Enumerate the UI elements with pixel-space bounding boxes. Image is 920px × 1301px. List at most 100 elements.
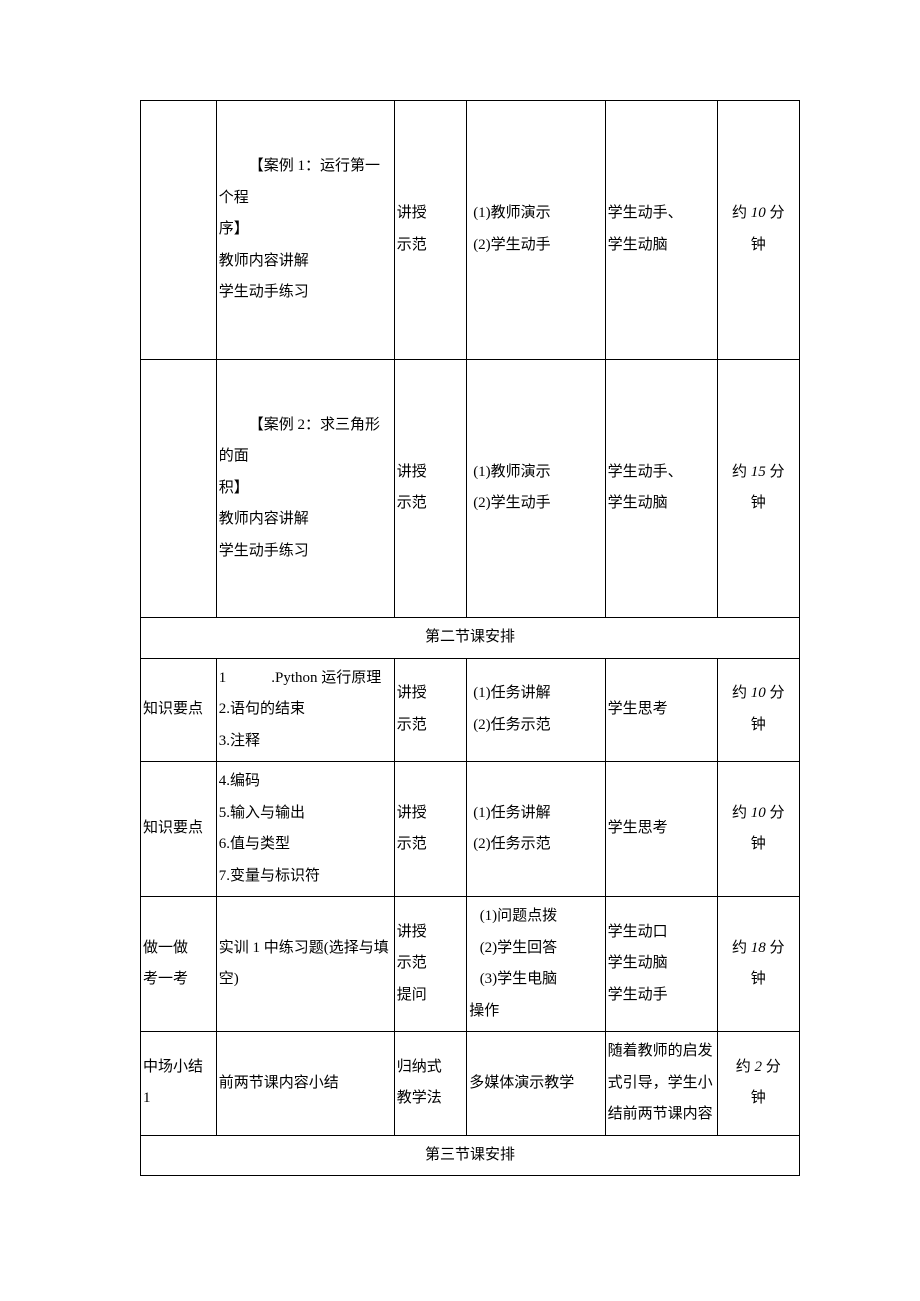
- cell-student: 学生思考: [605, 762, 717, 897]
- cell-category: [141, 101, 217, 360]
- activity-text: (1)任务讲解: [469, 678, 602, 710]
- time-text: 钟: [720, 710, 797, 742]
- cell-category: [141, 359, 217, 618]
- category-text: 考一考: [143, 964, 214, 996]
- time-text: 钟: [720, 230, 797, 262]
- cell-time: 约 10 分 钟: [717, 658, 799, 762]
- student-text: 学生动手: [608, 980, 715, 1012]
- activity-text: (1)教师演示: [469, 457, 602, 489]
- cell-activity: (1)教师演示 (2)学生动手: [467, 101, 605, 360]
- method-text: 示范: [397, 829, 464, 861]
- content-text: 积】: [219, 473, 392, 505]
- method-text: 教学法: [397, 1083, 464, 1115]
- cell-category: 中场小结 1: [141, 1032, 217, 1136]
- lesson-plan-table: 【案例 1：运行第一个程 序】 教师内容讲解 学生动手练习 讲授 示范 (1)教…: [140, 100, 800, 1176]
- list-item: 2.语句的结束: [219, 694, 392, 726]
- method-text: 讲授: [397, 798, 464, 830]
- cell-category: 知识要点: [141, 762, 217, 897]
- activity-text: 操作: [469, 996, 602, 1028]
- time-text: 钟: [720, 964, 797, 996]
- cell-activity: 多媒体演示教学: [467, 1032, 605, 1136]
- method-text: 示范: [397, 710, 464, 742]
- content-text: 教师内容讲解: [219, 504, 392, 536]
- student-text: 学生动口: [608, 917, 715, 949]
- section-header-row: 第三节课安排: [141, 1135, 800, 1176]
- list-item: 1 .Python 运行原理: [219, 663, 392, 695]
- cell-content: 【案例 1：运行第一个程 序】 教师内容讲解 学生动手练习: [216, 101, 394, 360]
- table-row: 知识要点 1 .Python 运行原理 2.语句的结束 3.注释 讲授 示范 (…: [141, 658, 800, 762]
- activity-text: (3)学生电脑: [469, 964, 602, 996]
- section-header: 第三节课安排: [141, 1135, 800, 1176]
- cell-method: 归纳式 教学法: [394, 1032, 466, 1136]
- activity-text: (1)问题点拨: [469, 901, 602, 933]
- cell-activity: (1)任务讲解 (2)任务示范: [467, 658, 605, 762]
- cell-time: 约 15 分 钟: [717, 359, 799, 618]
- student-text: 学生动手、: [608, 457, 715, 489]
- content-text: 序】: [219, 214, 392, 246]
- activity-text: (2)学生回答: [469, 933, 602, 965]
- method-text: 讲授: [397, 457, 464, 489]
- method-text: 提问: [397, 980, 464, 1012]
- cell-student: 随着教师的启发式引导，学生小结前两节课内容: [605, 1032, 717, 1136]
- activity-text: (2)任务示范: [469, 710, 602, 742]
- content-text: 【案例 1：运行第一个程: [219, 151, 392, 214]
- method-text: 示范: [397, 230, 464, 262]
- time-text: 约 18 分: [720, 933, 797, 965]
- method-text: 归纳式: [397, 1052, 464, 1084]
- section-header-row: 第二节课安排: [141, 618, 800, 659]
- cell-content: 【案例 2：求三角形的面 积】 教师内容讲解 学生动手练习: [216, 359, 394, 618]
- table-row: 【案例 2：求三角形的面 积】 教师内容讲解 学生动手练习 讲授 示范 (1)教…: [141, 359, 800, 618]
- section-header: 第二节课安排: [141, 618, 800, 659]
- content-text: 学生动手练习: [219, 277, 392, 309]
- cell-content: 1 .Python 运行原理 2.语句的结束 3.注释: [216, 658, 394, 762]
- activity-text: (1)教师演示: [469, 198, 602, 230]
- cell-category: 知识要点: [141, 658, 217, 762]
- cell-student: 学生动手、 学生动脑: [605, 101, 717, 360]
- cell-content: 前两节课内容小结: [216, 1032, 394, 1136]
- activity-text: (2)学生动手: [469, 230, 602, 262]
- list-item: 5.输入与输出: [219, 798, 392, 830]
- content-text: 教师内容讲解: [219, 246, 392, 278]
- time-text: 约 2 分: [720, 1052, 797, 1084]
- cell-student: 学生思考: [605, 658, 717, 762]
- cell-student: 学生动口 学生动脑 学生动手: [605, 897, 717, 1032]
- cell-content: 4.编码 5.输入与输出 6.值与类型 7.变量与标识符: [216, 762, 394, 897]
- method-text: 示范: [397, 948, 464, 980]
- time-text: 约 15 分: [720, 457, 797, 489]
- cell-time: 约 18 分 钟: [717, 897, 799, 1032]
- activity-text: (2)学生动手: [469, 488, 602, 520]
- time-text: 约 10 分: [720, 798, 797, 830]
- activity-text: (2)任务示范: [469, 829, 602, 861]
- cell-method: 讲授 示范: [394, 359, 466, 618]
- method-text: 讲授: [397, 198, 464, 230]
- cell-time: 约 2 分 钟: [717, 1032, 799, 1136]
- method-text: 讲授: [397, 678, 464, 710]
- time-text: 约 10 分: [720, 198, 797, 230]
- time-text: 钟: [720, 488, 797, 520]
- list-item: 4.编码: [219, 766, 392, 798]
- cell-method: 讲授 示范: [394, 101, 466, 360]
- table-row: 【案例 1：运行第一个程 序】 教师内容讲解 学生动手练习 讲授 示范 (1)教…: [141, 101, 800, 360]
- table-row: 中场小结 1 前两节课内容小结 归纳式 教学法 多媒体演示教学 随着教师的启发式…: [141, 1032, 800, 1136]
- time-text: 钟: [720, 1083, 797, 1115]
- content-text: 学生动手练习: [219, 536, 392, 568]
- method-text: 示范: [397, 488, 464, 520]
- cell-activity: (1)教师演示 (2)学生动手: [467, 359, 605, 618]
- cell-time: 约 10 分 钟: [717, 101, 799, 360]
- cell-activity: (1)任务讲解 (2)任务示范: [467, 762, 605, 897]
- time-text: 约 10 分: [720, 678, 797, 710]
- cell-student: 学生动手、 学生动脑: [605, 359, 717, 618]
- content-text: 【案例 2：求三角形的面: [219, 410, 392, 473]
- category-text: 做一做: [143, 933, 214, 965]
- list-item: 3.注释: [219, 726, 392, 758]
- cell-time: 约 10 分 钟: [717, 762, 799, 897]
- cell-content: 实训 1 中练习题(选择与填空): [216, 897, 394, 1032]
- student-text: 学生动脑: [608, 230, 715, 262]
- cell-category: 做一做 考一考: [141, 897, 217, 1032]
- cell-method: 讲授 示范 提问: [394, 897, 466, 1032]
- list-item: 7.变量与标识符: [219, 861, 392, 893]
- table-row: 做一做 考一考 实训 1 中练习题(选择与填空) 讲授 示范 提问 (1)问题点…: [141, 897, 800, 1032]
- cell-method: 讲授 示范: [394, 762, 466, 897]
- time-text: 钟: [720, 829, 797, 861]
- cell-activity: (1)问题点拨 (2)学生回答 (3)学生电脑 操作: [467, 897, 605, 1032]
